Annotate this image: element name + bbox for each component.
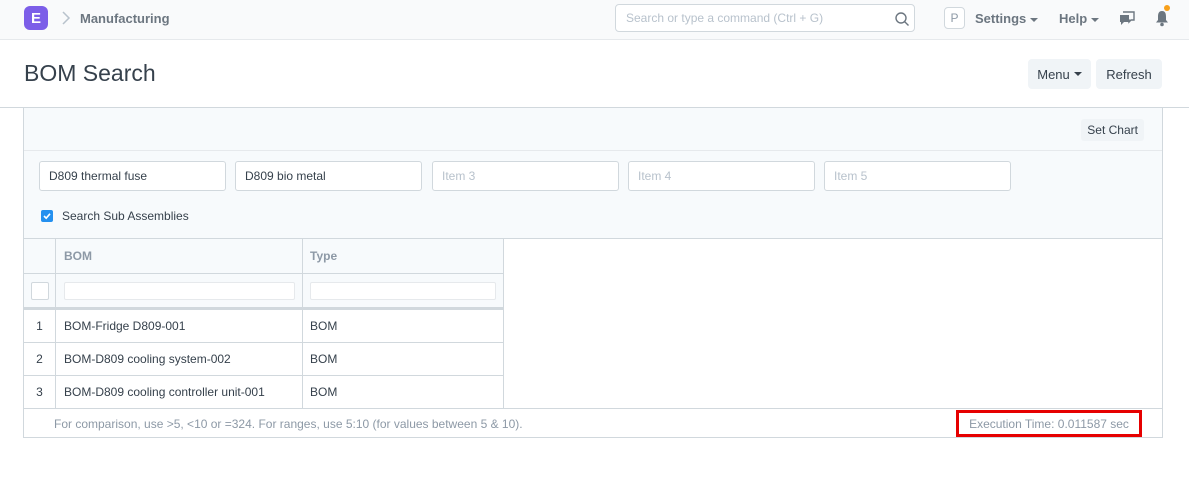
help-label: Help (1059, 11, 1088, 26)
set-chart-button[interactable]: Set Chart (1081, 119, 1144, 141)
caret-down-icon (1030, 17, 1039, 22)
filter-item-1[interactable] (39, 161, 226, 191)
row-index: 1 (24, 310, 56, 342)
navbar: E Manufacturing P Settings Help (0, 0, 1189, 40)
type-cell[interactable]: BOM (303, 310, 504, 342)
app-logo[interactable]: E (24, 6, 48, 30)
breadcrumb-manufacturing[interactable]: Manufacturing (80, 11, 170, 26)
row-index: 2 (24, 343, 56, 375)
bom-filter-cell (56, 274, 303, 307)
type-cell[interactable]: BOM (303, 376, 504, 408)
report-panel: Set Chart Search Sub Assemblies BOM T (23, 108, 1163, 438)
item-1-input[interactable] (40, 162, 225, 190)
column-header-type[interactable]: Type (303, 239, 504, 273)
type-filter-cell (303, 274, 504, 307)
awesomebar[interactable] (615, 4, 915, 32)
menu-button[interactable]: Menu (1028, 59, 1091, 89)
bom-cell[interactable]: BOM-D809 cooling controller unit-001 (56, 376, 303, 408)
filter-item-5[interactable] (824, 161, 1011, 191)
settings-label: Settings (975, 11, 1027, 26)
caret-down-icon (1091, 17, 1100, 22)
bell-icon[interactable] (1154, 9, 1170, 27)
search-icon[interactable] (894, 11, 910, 27)
page-title: BOM Search (24, 60, 156, 86)
bom-cell[interactable]: BOM-Fridge D809-001 (56, 310, 303, 342)
chart-area: Set Chart (24, 108, 1162, 151)
report-footer: For comparison, use >5, <10 or =324. For… (24, 408, 1162, 437)
table-row[interactable]: 3 BOM-D809 cooling controller unit-001 B… (24, 376, 504, 408)
bom-cell[interactable]: BOM-D809 cooling system-002 (56, 343, 303, 375)
table-filter-row (24, 274, 504, 310)
filter-section: Search Sub Assemblies (24, 151, 1162, 239)
filter-item-3[interactable] (432, 161, 619, 191)
item-4-input[interactable] (629, 162, 814, 190)
table-row[interactable]: 1 BOM-Fridge D809-001 BOM (24, 310, 504, 343)
item-5-input[interactable] (825, 162, 1010, 190)
filter-item-4[interactable] (628, 161, 815, 191)
settings-dropdown[interactable]: Settings (975, 11, 1039, 26)
row-index-header (24, 239, 56, 273)
refresh-button[interactable]: Refresh (1096, 59, 1162, 89)
type-cell[interactable]: BOM (303, 343, 504, 375)
search-input[interactable] (616, 5, 876, 31)
bom-column-filter-input[interactable] (64, 281, 295, 300)
notification-dot (1164, 5, 1170, 11)
check-icon (43, 213, 51, 220)
column-header-bom[interactable]: BOM (56, 239, 303, 273)
filter-item-2[interactable] (235, 161, 422, 191)
table-row[interactable]: 2 BOM-D809 cooling system-002 BOM (24, 343, 504, 376)
execution-time: Execution Time: 0.011587 sec (956, 410, 1142, 437)
chat-icon[interactable] (1119, 10, 1135, 26)
menu-label: Menu (1037, 66, 1070, 82)
item-2-input[interactable] (236, 162, 421, 190)
caret-down-icon (1073, 72, 1082, 76)
row-index: 3 (24, 376, 56, 408)
search-sub-assemblies-label[interactable]: Search Sub Assemblies (62, 209, 189, 223)
select-all-checkbox[interactable] (30, 281, 49, 300)
search-sub-assemblies-checkbox[interactable] (41, 210, 53, 222)
select-all-cell (24, 274, 56, 307)
avatar[interactable]: P (944, 7, 965, 29)
chevron-right-icon (62, 11, 71, 25)
help-dropdown[interactable]: Help (1059, 11, 1100, 26)
item-3-input[interactable] (433, 162, 618, 190)
table-header-row: BOM Type (24, 239, 504, 274)
type-column-filter-input[interactable] (310, 281, 496, 300)
filter-hint: For comparison, use >5, <10 or =324. For… (54, 417, 523, 431)
